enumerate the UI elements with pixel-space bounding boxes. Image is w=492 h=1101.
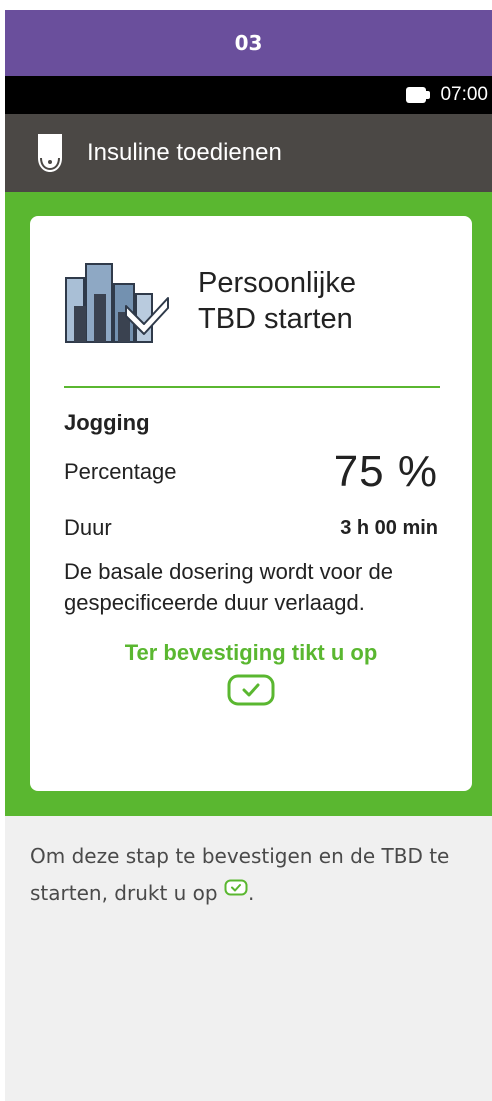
tbd-confirmation-card: Persoonlijke TBD starten Jogging Percent… (30, 216, 472, 791)
screen-title: Insuline toedienen (87, 139, 282, 166)
card-heading-line2: TBD starten (198, 303, 353, 335)
status-bar: 07:00 (5, 76, 492, 114)
battery-icon (406, 87, 432, 103)
insulin-pump-icon (38, 134, 62, 172)
check-button-icon[interactable] (227, 674, 275, 706)
step-header: 03 (5, 10, 492, 76)
percentage-value: 75 % (333, 447, 438, 496)
duration-label: Duur (64, 515, 112, 540)
instruction-end: . (247, 881, 255, 905)
divider (64, 386, 440, 388)
step-number: 03 (234, 31, 263, 55)
manual-page: 03 07:00 Insuline toedienen Persoonlijke… (5, 10, 492, 1101)
tbd-chart-icon (65, 263, 169, 343)
title-bar: Insuline toedienen (5, 114, 492, 192)
device-screen: Persoonlijke TBD starten Jogging Percent… (5, 192, 492, 816)
confirm-prompt: Ter bevestiging tikt u op (124, 640, 378, 665)
description-text: De basale dosering wordt voor de gespeci… (64, 559, 393, 615)
duration-value: 3 h 00 min (340, 516, 438, 539)
card-header: Persoonlijke TBD starten (64, 216, 438, 386)
card-heading-line1: Persoonlijke (198, 267, 356, 299)
percentage-row: Percentage 75 % (64, 442, 438, 502)
profile-name: Jogging (64, 410, 150, 435)
instruction-text: Om deze stap te bevestigen en de TBD te … (30, 838, 470, 912)
card-heading: Persoonlijke TBD starten (198, 265, 438, 337)
percentage-label: Percentage (64, 459, 177, 484)
status-time: 07:00 (440, 84, 488, 105)
duration-row: Duur 3 h 00 min (64, 510, 438, 546)
check-button-icon (224, 879, 248, 896)
